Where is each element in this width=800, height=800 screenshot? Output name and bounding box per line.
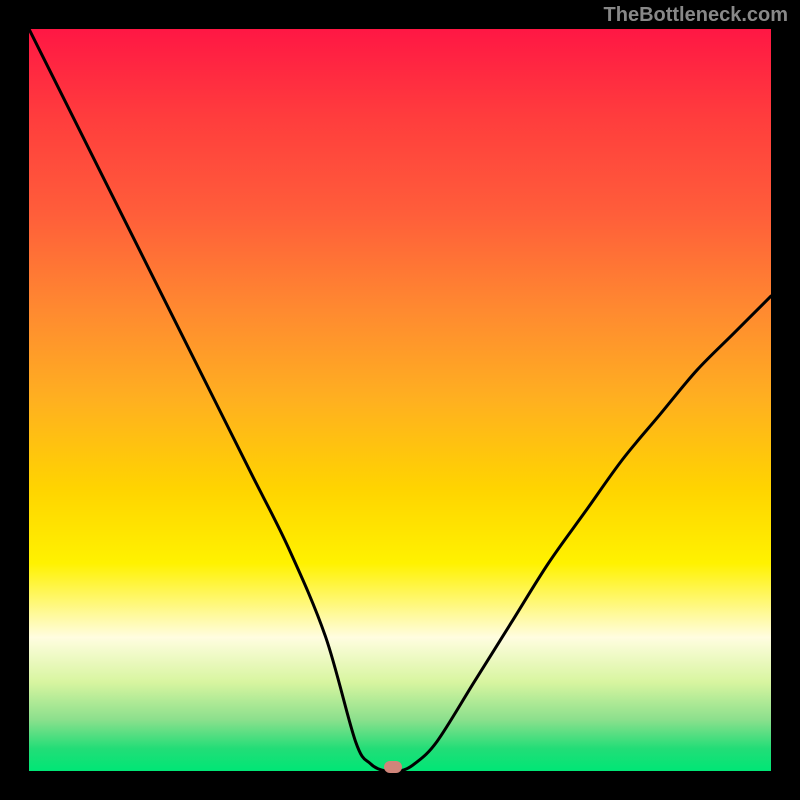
chart-container: TheBottleneck.com xyxy=(0,0,800,800)
bottleneck-curve xyxy=(29,29,771,771)
optimum-marker xyxy=(384,761,402,773)
plot-area xyxy=(29,29,771,771)
watermark-text: TheBottleneck.com xyxy=(604,4,788,27)
